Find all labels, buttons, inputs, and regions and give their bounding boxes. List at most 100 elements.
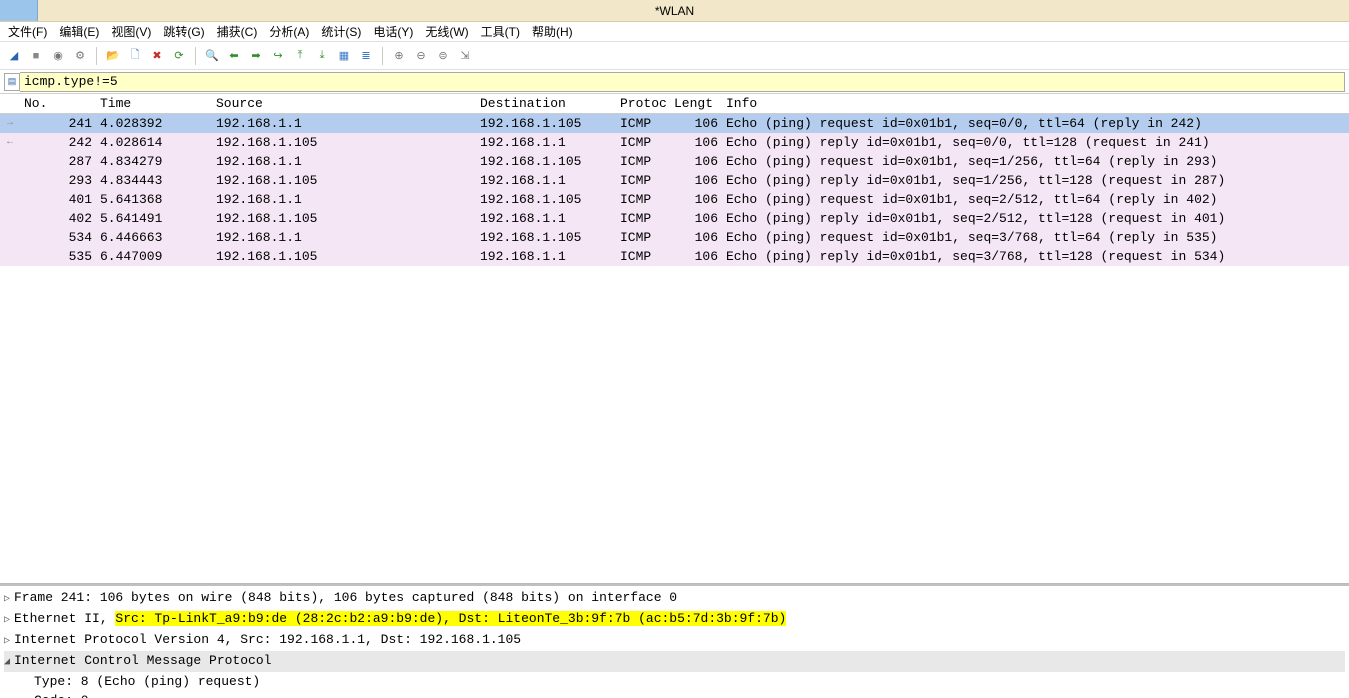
detail-icmp-text: Internet Control Message Protocol <box>14 653 271 668</box>
col-source[interactable]: Source <box>212 94 476 114</box>
menu-3[interactable]: 跳转(G) <box>159 23 208 40</box>
stop-capture-icon[interactable]: ■ <box>26 46 46 66</box>
menu-1[interactable]: 编辑(E) <box>55 23 103 40</box>
detail-icmp-code-text: Code: 0 <box>34 693 89 698</box>
packet-info: Echo (ping) request id=0x01b1, seq=1/256… <box>722 152 1349 171</box>
packet-source: 192.168.1.105 <box>212 247 476 266</box>
packet-destination: 192.168.1.105 <box>476 228 616 247</box>
menu-0[interactable]: 文件(F) <box>4 23 51 40</box>
menu-10[interactable]: 帮助(H) <box>528 23 577 40</box>
back-icon[interactable]: ⬅ <box>224 46 244 66</box>
packet-row[interactable]: 4025.641491192.168.1.105192.168.1.1ICMP1… <box>0 209 1349 228</box>
packet-details-pane[interactable]: ▷Frame 241: 106 bytes on wire (848 bits)… <box>0 584 1349 698</box>
go-first-icon[interactable]: ⤒ <box>290 46 310 66</box>
packet-source: 192.168.1.1 <box>212 190 476 209</box>
col-time[interactable]: Time <box>96 94 212 114</box>
menu-8[interactable]: 无线(W) <box>421 23 472 40</box>
detail-icmp-code[interactable]: Code: 0 <box>4 691 1345 698</box>
detail-frame[interactable]: ▷Frame 241: 106 bytes on wire (848 bits)… <box>4 588 1345 609</box>
auto-scroll-icon[interactable]: ▦ <box>334 46 354 66</box>
packet-arrow <box>0 247 20 266</box>
col-no[interactable]: No. <box>20 94 96 114</box>
packet-row[interactable]: 4015.641368192.168.1.1192.168.1.105ICMP1… <box>0 190 1349 209</box>
packet-no: 401 <box>20 190 96 209</box>
packet-length: 106 <box>670 228 722 247</box>
col-length[interactable]: Lengt <box>670 94 722 114</box>
detail-ip-text: Internet Protocol Version 4, Src: 192.16… <box>14 632 521 647</box>
packet-row[interactable]: 2934.834443192.168.1.105192.168.1.1ICMP1… <box>0 171 1349 190</box>
packet-destination: 192.168.1.1 <box>476 133 616 152</box>
jump-icon[interactable]: ↪ <box>268 46 288 66</box>
packet-length: 106 <box>670 133 722 152</box>
packet-destination: 192.168.1.105 <box>476 114 616 133</box>
col-protocol[interactable]: Protoc <box>616 94 670 114</box>
packet-protocol: ICMP <box>616 114 670 133</box>
packet-no: 242 <box>20 133 96 152</box>
packet-row[interactable]: 5346.446663192.168.1.1192.168.1.105ICMP1… <box>0 228 1349 247</box>
menu-9[interactable]: 工具(T) <box>477 23 524 40</box>
packet-time: 4.028614 <box>96 133 212 152</box>
packet-protocol: ICMP <box>616 209 670 228</box>
packet-info: Echo (ping) request id=0x01b1, seq=2/512… <box>722 190 1349 209</box>
menu-4[interactable]: 捕获(C) <box>213 23 262 40</box>
options-icon[interactable]: ⚙ <box>70 46 90 66</box>
zoom-out-icon[interactable]: ⊖ <box>411 46 431 66</box>
packet-source: 192.168.1.105 <box>212 133 476 152</box>
packet-arrow: ← <box>0 133 20 152</box>
menu-6[interactable]: 统计(S) <box>317 23 365 40</box>
reload-icon[interactable]: ⟳ <box>169 46 189 66</box>
packet-no: 287 <box>20 152 96 171</box>
detail-ethernet[interactable]: ▷Ethernet II, Src: Tp-LinkT_a9:b9:de (28… <box>4 609 1345 630</box>
detail-icmp[interactable]: ◢Internet Control Message Protocol <box>4 651 1345 672</box>
packet-protocol: ICMP <box>616 228 670 247</box>
filter-bookmark-button[interactable]: ▤ <box>4 73 20 91</box>
zoom-reset-icon[interactable]: ⊜ <box>433 46 453 66</box>
packet-list-header-row[interactable]: No. Time Source Destination Protoc Lengt… <box>0 94 1349 114</box>
zoom-in-icon[interactable]: ⊕ <box>389 46 409 66</box>
forward-icon[interactable]: ➡ <box>246 46 266 66</box>
packet-row[interactable]: 2874.834279192.168.1.1192.168.1.105ICMP1… <box>0 152 1349 171</box>
display-filter-input[interactable] <box>20 72 1345 92</box>
packet-length: 106 <box>670 190 722 209</box>
detail-eth-highlight: Src: Tp-LinkT_a9:b9:de (28:2c:b2:a9:b9:d… <box>115 611 786 626</box>
resize-cols-icon[interactable]: ⇲ <box>455 46 475 66</box>
packet-info: Echo (ping) request id=0x01b1, seq=0/0, … <box>722 114 1349 133</box>
packet-arrow <box>0 228 20 247</box>
packet-destination: 192.168.1.1 <box>476 247 616 266</box>
packet-source: 192.168.1.105 <box>212 209 476 228</box>
packet-destination: 192.168.1.105 <box>476 190 616 209</box>
packet-arrow <box>0 171 20 190</box>
close-icon[interactable]: ✖ <box>147 46 167 66</box>
packet-info: Echo (ping) request id=0x01b1, seq=3/768… <box>722 228 1349 247</box>
packet-no: 293 <box>20 171 96 190</box>
packet-info: Echo (ping) reply id=0x01b1, seq=2/512, … <box>722 209 1349 228</box>
menu-7[interactable]: 电话(Y) <box>369 23 417 40</box>
restart-capture-icon[interactable]: ◉ <box>48 46 68 66</box>
save-icon[interactable]: 🗋 <box>125 46 145 66</box>
packet-source: 192.168.1.105 <box>212 171 476 190</box>
packet-list-pane[interactable]: No. Time Source Destination Protoc Lengt… <box>0 94 1349 584</box>
colorize-icon[interactable]: ≣ <box>356 46 376 66</box>
col-destination[interactable]: Destination <box>476 94 616 114</box>
packet-time: 6.447009 <box>96 247 212 266</box>
packet-source: 192.168.1.1 <box>212 228 476 247</box>
packet-row[interactable]: ←2424.028614192.168.1.105192.168.1.1ICMP… <box>0 133 1349 152</box>
detail-ip[interactable]: ▷Internet Protocol Version 4, Src: 192.1… <box>4 630 1345 651</box>
open-icon[interactable]: 📂 <box>103 46 123 66</box>
packet-arrow: → <box>0 114 20 133</box>
packet-length: 106 <box>670 247 722 266</box>
packet-length: 106 <box>670 114 722 133</box>
packet-row[interactable]: →2414.028392192.168.1.1192.168.1.105ICMP… <box>0 114 1349 133</box>
packet-no: 534 <box>20 228 96 247</box>
detail-icmp-type[interactable]: Type: 8 (Echo (ping) request) <box>4 672 1345 691</box>
go-last-icon[interactable]: ⤓ <box>312 46 332 66</box>
col-info[interactable]: Info <box>722 94 1349 114</box>
fin-icon[interactable]: ◢ <box>4 46 24 66</box>
title-bar: *WLAN <box>0 0 1349 22</box>
packet-protocol: ICMP <box>616 133 670 152</box>
packet-row[interactable]: 5356.447009192.168.1.105192.168.1.1ICMP1… <box>0 247 1349 266</box>
window-title: *WLAN <box>655 0 694 22</box>
find-icon[interactable]: 🔍 <box>202 46 222 66</box>
menu-2[interactable]: 视图(V) <box>107 23 155 40</box>
menu-5[interactable]: 分析(A) <box>265 23 313 40</box>
